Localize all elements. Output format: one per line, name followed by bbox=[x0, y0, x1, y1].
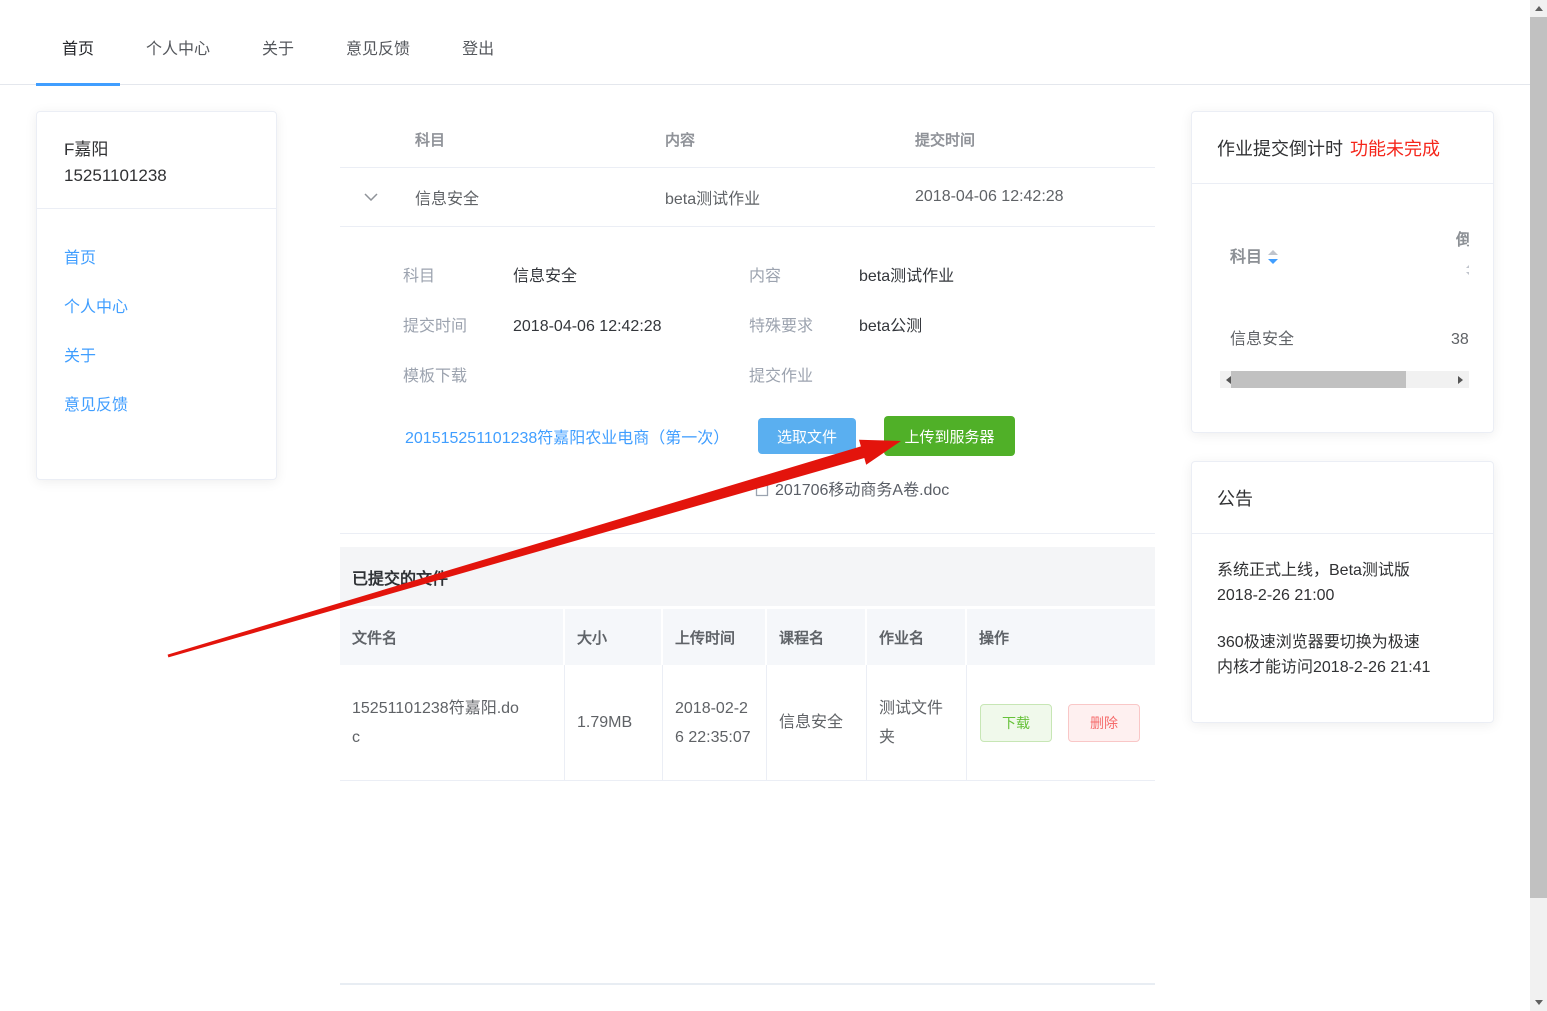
tab-home[interactable]: 首页 bbox=[36, 10, 120, 85]
countdown-title-row: 作业提交倒计时 功能未完成 bbox=[1192, 112, 1493, 184]
document-icon bbox=[755, 480, 769, 497]
sidebar-item-about[interactable]: 关于 bbox=[64, 345, 276, 369]
horizontal-scroll-thumb[interactable] bbox=[1231, 371, 1406, 388]
sort-caret-icon[interactable] bbox=[1268, 250, 1278, 264]
assignment-time: 2018-04-06 12:42:28 bbox=[915, 188, 1155, 206]
col-subject: 科目 bbox=[415, 129, 665, 150]
scroll-down-icon[interactable] bbox=[1530, 994, 1547, 1011]
assignment-subject: 信息安全 bbox=[415, 185, 665, 209]
submitted-files-title: 已提交的文件 bbox=[340, 547, 1155, 606]
picked-file-name: 201706移动商务A卷.doc bbox=[775, 476, 949, 500]
countdown-title: 作业提交倒计时 bbox=[1217, 135, 1343, 161]
announcement-card: 公告 系统正式上线，Beta测试版 2018-2-26 21:00 360极速浏… bbox=[1191, 461, 1494, 723]
submitted-table-header: 文件名 大小 上传时间 课程名 作业名 操作 bbox=[340, 609, 1155, 665]
tab-profile[interactable]: 个人中心 bbox=[120, 10, 236, 85]
cell-filename: 15251101238符嘉阳.doc bbox=[340, 665, 565, 780]
cell-course: 信息安全 bbox=[767, 665, 867, 780]
profile-head: F嘉阳 15251101238 bbox=[37, 112, 276, 209]
profile-links: 首页 个人中心 关于 意见反馈 bbox=[37, 209, 276, 418]
col-task: 作业名 bbox=[867, 609, 967, 665]
profile-card: F嘉阳 15251101238 首页 个人中心 关于 意见反馈 bbox=[36, 111, 277, 480]
col-course: 课程名 bbox=[767, 609, 867, 665]
assignment-detail: 科目 信息安全 内容 beta测试作业 提交时间 2018-04-06 12:4… bbox=[340, 227, 1155, 389]
detail-label-subject: 科目 bbox=[403, 265, 513, 289]
section-divider bbox=[340, 533, 1155, 534]
assignment-content: beta测试作业 bbox=[665, 185, 915, 209]
detail-value-content: beta测试作业 bbox=[859, 265, 1155, 289]
countdown-col-subject[interactable]: 科目 bbox=[1230, 248, 1278, 268]
scroll-up-icon[interactable] bbox=[1530, 0, 1547, 17]
scroll-right-icon[interactable] bbox=[1452, 371, 1469, 388]
col-filename: 文件名 bbox=[340, 609, 565, 665]
announcement-item: 系统正式上线，Beta测试版 2018-2-26 21:00 bbox=[1217, 558, 1432, 608]
detail-value-subject: 信息安全 bbox=[513, 265, 749, 289]
col-uploadtime: 上传时间 bbox=[663, 609, 767, 665]
col-content: 内容 bbox=[665, 129, 915, 150]
main-content: 科目 内容 提交时间 信息安全 beta测试作业 2018-04-06 12:4… bbox=[340, 111, 1155, 985]
vertical-scrollbar[interactable] bbox=[1530, 0, 1547, 1011]
detail-label-time: 提交时间 bbox=[403, 315, 513, 339]
sidebar-item-home[interactable]: 首页 bbox=[64, 247, 276, 271]
countdown-status: 功能未完成 bbox=[1350, 135, 1440, 161]
sort-caret-icon[interactable] bbox=[1466, 263, 1469, 277]
countdown-card: 作业提交倒计时 功能未完成 科目 倒 信息安全 38 bbox=[1191, 111, 1494, 433]
countdown-row-value: 38 bbox=[1451, 330, 1469, 350]
col-size: 大小 bbox=[565, 609, 663, 665]
col-time: 提交时间 bbox=[915, 129, 1155, 150]
profile-id: 15251101238 bbox=[64, 163, 256, 189]
cell-task: 测试文件夹 bbox=[867, 665, 967, 780]
horizontal-scrollbar[interactable] bbox=[1220, 371, 1469, 388]
detail-label-special: 特殊要求 bbox=[749, 315, 859, 339]
detail-value-time: 2018-04-06 12:42:28 bbox=[513, 315, 749, 339]
announcement-body: 系统正式上线，Beta测试版 2018-2-26 21:00 360极速浏览器要… bbox=[1192, 534, 1493, 680]
countdown-row-subject: 信息安全 bbox=[1230, 330, 1294, 350]
chevron-down-icon[interactable] bbox=[364, 193, 378, 201]
sidebar-item-profile[interactable]: 个人中心 bbox=[64, 296, 276, 320]
detail-label-submit: 提交作业 bbox=[749, 365, 859, 389]
tab-feedback[interactable]: 意见反馈 bbox=[320, 10, 436, 85]
vertical-scroll-thumb[interactable] bbox=[1530, 17, 1547, 898]
sidebar-item-feedback[interactable]: 意见反馈 bbox=[64, 394, 276, 418]
download-button[interactable]: 下载 bbox=[980, 704, 1052, 742]
countdown-col-countdown[interactable]: 倒 bbox=[1456, 231, 1469, 251]
assignment-table-header: 科目 内容 提交时间 bbox=[340, 111, 1155, 168]
pick-file-button[interactable]: 选取文件 bbox=[758, 418, 856, 454]
upload-to-server-button[interactable]: 上传到服务器 bbox=[884, 416, 1015, 456]
detail-value-special: beta公测 bbox=[859, 315, 1155, 339]
cell-size: 1.79MB bbox=[565, 665, 663, 780]
col-actions: 操作 bbox=[967, 609, 1155, 665]
table-row: 15251101238符嘉阳.doc 1.79MB 2018-02-26 22:… bbox=[340, 665, 1155, 781]
upload-row: 201515251101238符嘉阳农业电商（第一次） 选取文件 上传到服务器 bbox=[340, 415, 1155, 457]
announcement-item: 360极速浏览器要切换为极速内核才能访问2018-2-26 21:41 bbox=[1217, 630, 1432, 680]
template-download-link[interactable]: 201515251101238符嘉阳农业电商（第一次） bbox=[405, 424, 749, 448]
tab-logout[interactable]: 登出 bbox=[436, 10, 520, 85]
picked-file-item: 201706移动商务A卷.doc bbox=[755, 473, 1155, 503]
tab-about[interactable]: 关于 bbox=[236, 10, 320, 85]
profile-name: F嘉阳 bbox=[64, 137, 256, 163]
detail-label-content: 内容 bbox=[749, 265, 859, 289]
cell-uploadtime: 2018-02-26 22:35:07 bbox=[663, 665, 767, 780]
assignment-row[interactable]: 信息安全 beta测试作业 2018-04-06 12:42:28 bbox=[340, 168, 1155, 227]
submitted-files-section: 已提交的文件 文件名 大小 上传时间 课程名 作业名 操作 1525110123… bbox=[340, 547, 1155, 985]
detail-label-template: 模板下载 bbox=[403, 365, 513, 389]
delete-button[interactable]: 删除 bbox=[1068, 704, 1140, 742]
countdown-table: 科目 倒 信息安全 38 bbox=[1220, 208, 1469, 371]
announcement-title: 公告 bbox=[1192, 462, 1493, 534]
top-nav: 首页 个人中心 关于 意见反馈 登出 bbox=[0, 0, 1530, 85]
